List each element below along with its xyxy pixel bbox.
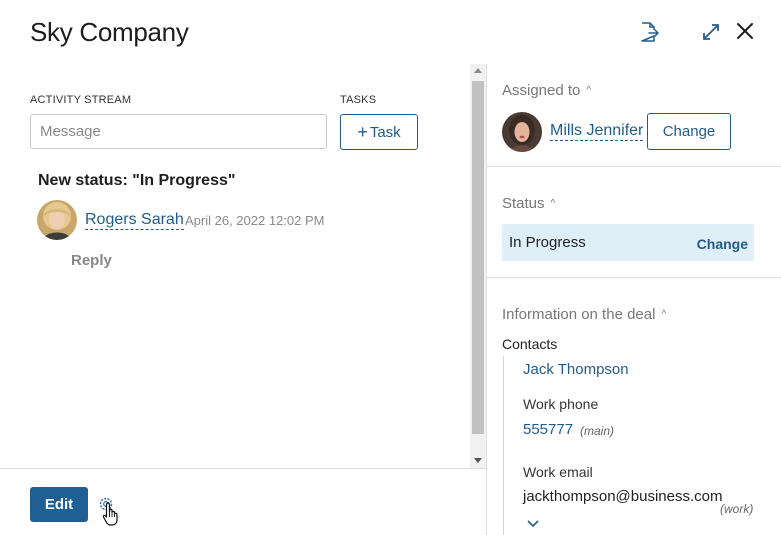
caret-up-icon: ^ [661,309,667,320]
chevron-down-icon[interactable] [526,516,540,528]
footer-bar: Edit [0,468,486,535]
status-box: In Progress Change [502,224,754,261]
reply-link[interactable]: Reply [71,252,112,269]
work-email-label: Work email [523,464,593,480]
contacts-label: Contacts [502,336,558,352]
status-heading[interactable]: Status ^ [502,195,555,212]
activity-pane: ACTIVITY STREAM TASKS + Task New status:… [0,64,486,535]
deal-info-label: Information on the deal [502,306,656,323]
edit-button[interactable]: Edit [30,487,88,522]
work-email-value: jackthompson@business.com [523,488,723,505]
work-phone-label: Work phone [523,396,599,412]
status-value: In Progress [509,234,586,251]
avatar[interactable] [502,112,542,152]
caret-up-icon: ^ [586,85,592,96]
caret-up-icon: ^ [550,198,556,209]
phone-type: (main) [580,424,615,438]
divider [487,166,781,167]
contact-group-line [503,356,504,535]
status-label: Status [502,195,545,212]
change-assignee-button[interactable]: Change [647,113,731,150]
add-task-button[interactable]: + Task [340,114,418,150]
assigned-to-heading[interactable]: Assigned to ^ [502,82,591,99]
avatar[interactable] [37,200,77,240]
details-pane: Assigned to ^ Mills Jennifer Change Statu… [487,64,781,535]
change-status-button[interactable]: Change [697,236,748,252]
email-type: (work) [720,502,754,516]
scroll-thumb[interactable] [472,81,484,434]
timestamp: April 26, 2022 12:02 PM [185,213,325,228]
scroll-down-arrow-icon[interactable] [474,458,482,463]
author-link[interactable]: Rogers Sarah [85,211,184,230]
export-icon[interactable] [637,20,661,44]
expand-icon[interactable] [699,20,723,44]
task-button-label: Task [369,123,401,141]
close-icon[interactable] [733,19,757,43]
tasks-label: TASKS [340,94,377,106]
page-title: Sky Company [30,17,189,47]
scroll-up-arrow-icon[interactable] [474,68,482,73]
deal-info-heading[interactable]: Information on the deal ^ [502,306,666,323]
assignee-link[interactable]: Mills Jennifer [550,122,644,141]
scrollbar[interactable] [470,64,486,468]
message-input[interactable] [30,114,327,149]
work-phone-link[interactable]: 555777 [523,421,573,438]
assigned-to-label: Assigned to [502,82,581,99]
contact-link[interactable]: Jack Thompson [523,361,629,378]
hand-cursor-icon [101,501,123,527]
stream-entry-heading: New status: "In Progress" [38,172,236,189]
activity-stream-label: ACTIVITY STREAM [30,94,132,106]
plus-icon: + [357,122,368,142]
divider [487,277,781,278]
